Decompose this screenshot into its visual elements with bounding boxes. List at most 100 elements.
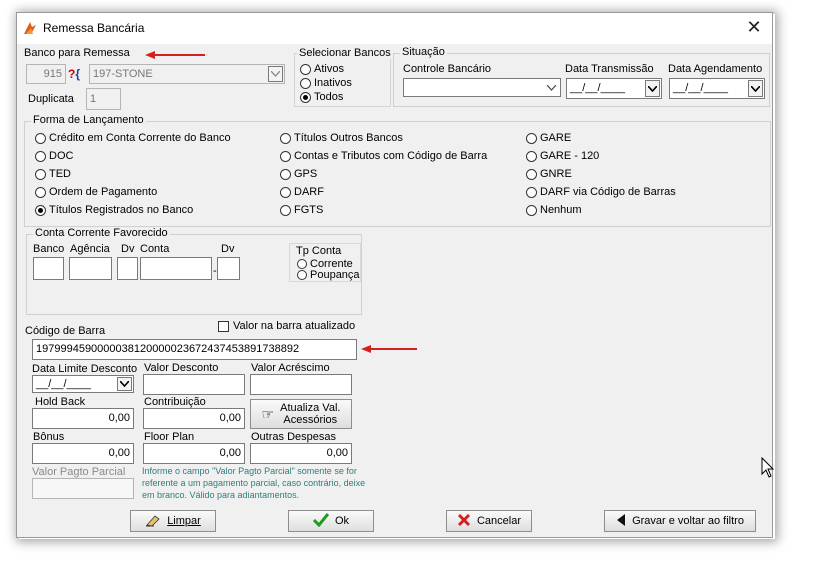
conta-banco-field[interactable] bbox=[33, 257, 64, 280]
radio-gare-120[interactable]: GARE - 120 bbox=[526, 150, 599, 162]
banco-select[interactable]: 197-STONE bbox=[89, 64, 285, 84]
radio-ativos[interactable]: Ativos bbox=[300, 63, 344, 75]
cancelar-button[interactable]: Cancelar bbox=[446, 510, 532, 532]
radio-gnre[interactable]: GNRE bbox=[526, 168, 572, 180]
duplicata-field[interactable]: 1 bbox=[86, 88, 121, 110]
codigo-barra-label: Código de Barra bbox=[25, 325, 106, 337]
checkmark-icon bbox=[312, 513, 330, 529]
chevron-down-icon bbox=[268, 66, 283, 82]
radio-titulos-registrados[interactable]: Títulos Registrados no Banco bbox=[35, 204, 193, 216]
data-limite-date[interactable]: __/__/____ bbox=[32, 375, 134, 393]
selecionar-bancos-group: Selecionar Bancos Ativos Inativos Todos bbox=[294, 47, 393, 107]
forma-title: Forma de Lançamento bbox=[31, 114, 146, 126]
red-arrow-banco bbox=[145, 51, 205, 59]
data-limite-label: Data Limite Desconto bbox=[32, 363, 138, 375]
conta-favorecido-group: Conta Corrente Favorecido Banco Agência … bbox=[26, 227, 362, 315]
cancel-x-icon bbox=[457, 513, 471, 529]
ok-button[interactable]: Ok bbox=[288, 510, 374, 532]
chevron-down-icon bbox=[748, 80, 763, 97]
radio-contas-tributos[interactable]: Contas e Tributos com Código de Barra bbox=[280, 150, 487, 162]
radio-darf-codigo[interactable]: DARF via Código de Barras bbox=[526, 186, 676, 198]
radio-titulos-outros[interactable]: Títulos Outros Bancos bbox=[280, 132, 403, 144]
tp-conta-group: Tp Conta Corrente Poupança bbox=[289, 243, 361, 282]
contribuicao-label: Contribuição bbox=[144, 396, 206, 408]
atualiza-label-2: Acessórios bbox=[283, 414, 338, 426]
radio-doc[interactable]: DOC bbox=[35, 150, 73, 162]
forma-lancamento-group: Forma de Lançamento Crédito em Conta Cor… bbox=[24, 114, 771, 227]
valor-acrescimo-label: Valor Acréscimo bbox=[251, 362, 330, 374]
valor-parcial-field[interactable] bbox=[32, 478, 134, 499]
chevron-down-icon bbox=[544, 80, 559, 95]
chevron-down-icon bbox=[117, 377, 132, 391]
duplicata-label: Duplicata bbox=[28, 93, 74, 105]
conta-agencia-label: Agência bbox=[70, 243, 110, 255]
radio-inativos[interactable]: Inativos bbox=[300, 77, 352, 89]
parcial-note: Informe o campo "Valor Pagto Parcial" so… bbox=[142, 466, 366, 500]
conta-dv2-field[interactable] bbox=[217, 257, 240, 280]
transmissao-date[interactable]: __/__/____ bbox=[566, 78, 662, 99]
bonus-field[interactable]: 0,00 bbox=[32, 443, 134, 464]
radio-ted[interactable]: TED bbox=[35, 168, 71, 180]
floor-plan-field[interactable]: 0,00 bbox=[143, 443, 245, 464]
codigo-barra-field[interactable]: 1979994590000038120000023672437453891738… bbox=[32, 339, 357, 360]
atualiza-acessorios-button[interactable]: ☞ Atualiza Val. Acessórios bbox=[250, 399, 352, 429]
chevron-down-icon bbox=[645, 80, 660, 97]
agendamento-label: Data Agendamento bbox=[668, 63, 763, 75]
radio-nenhum[interactable]: Nenhum bbox=[526, 204, 582, 216]
valor-desconto-field[interactable] bbox=[143, 374, 245, 395]
conta-numero-field[interactable] bbox=[140, 257, 212, 280]
search-question-icon[interactable]: ?{ bbox=[68, 64, 88, 84]
conta-banco-label: Banco bbox=[33, 243, 65, 255]
tp-conta-title: Tp Conta bbox=[296, 245, 342, 257]
conta-dv2-label: Dv bbox=[221, 243, 235, 255]
title-bar: Remessa Bancária ✕ bbox=[17, 13, 772, 44]
radio-fgts[interactable]: FGTS bbox=[280, 204, 323, 216]
hold-back-field[interactable]: 0,00 bbox=[32, 408, 134, 429]
atualiza-label-1: Atualiza Val. bbox=[280, 402, 341, 414]
conta-title: Conta Corrente Favorecido bbox=[33, 227, 170, 239]
radio-darf[interactable]: DARF bbox=[280, 186, 324, 198]
conta-dv-label: Dv bbox=[121, 243, 135, 255]
radio-gare[interactable]: GARE bbox=[526, 132, 571, 144]
checkbox-box bbox=[218, 320, 229, 332]
situacao-group: Situação Controle Bancário Data Transmis… bbox=[393, 46, 770, 107]
gravar-voltar-button[interactable]: Gravar e voltar ao filtro bbox=[604, 510, 756, 532]
banco-select-value: 197-STONE bbox=[93, 68, 153, 80]
radio-gps[interactable]: GPS bbox=[280, 168, 317, 180]
close-icon[interactable]: ✕ bbox=[744, 17, 764, 37]
radio-poupanca[interactable]: Poupança bbox=[297, 269, 360, 281]
banco-code-field[interactable]: 915 bbox=[26, 64, 66, 84]
radio-credito-conta[interactable]: Crédito em Conta Corrente do Banco bbox=[35, 132, 231, 144]
agendamento-date[interactable]: __/__/____ bbox=[669, 78, 765, 99]
conta-conta-label: Conta bbox=[140, 243, 170, 255]
window-title: Remessa Bancária bbox=[43, 21, 145, 35]
outras-despesas-label: Outras Despesas bbox=[251, 431, 336, 443]
contribuicao-field[interactable]: 0,00 bbox=[143, 408, 245, 429]
red-arrow-codigo bbox=[361, 345, 417, 353]
valor-acrescimo-field[interactable] bbox=[250, 374, 352, 395]
selecionar-bancos-title: Selecionar Bancos bbox=[297, 47, 393, 59]
controle-select[interactable] bbox=[403, 78, 561, 97]
radio-todos[interactable]: Todos bbox=[300, 91, 343, 103]
bonus-label: Bônus bbox=[33, 431, 65, 443]
conta-agencia-field[interactable] bbox=[69, 257, 112, 280]
arrow-left-icon bbox=[616, 514, 626, 528]
app-logo-icon bbox=[24, 22, 36, 34]
valor-parcial-label: Valor Pagto Parcial bbox=[32, 466, 126, 478]
remessa-dialog: Remessa Bancária ✕ Banco para Remessa 91… bbox=[16, 12, 773, 538]
valor-desconto-label: Valor Desconto bbox=[144, 362, 219, 374]
cancelar-label: Cancelar bbox=[476, 515, 522, 527]
gravar-label: Gravar e voltar ao filtro bbox=[632, 515, 744, 527]
eraser-icon bbox=[145, 513, 161, 529]
limpar-button[interactable]: Limpar bbox=[130, 510, 216, 532]
conta-dv-field[interactable] bbox=[117, 257, 138, 280]
valor-atualizado-checkbox[interactable]: Valor na barra atualizado bbox=[218, 320, 355, 332]
pointing-hand-icon: ☞ bbox=[261, 406, 275, 422]
radio-ordem-pagamento[interactable]: Ordem de Pagamento bbox=[35, 186, 157, 198]
transmissao-label: Data Transmissão bbox=[565, 63, 654, 75]
situacao-title: Situação bbox=[400, 46, 447, 58]
mouse-cursor-icon bbox=[761, 457, 775, 478]
outras-despesas-field[interactable]: 0,00 bbox=[250, 443, 352, 464]
hold-back-label: Hold Back bbox=[35, 396, 86, 408]
ok-label: Ok bbox=[334, 515, 350, 527]
